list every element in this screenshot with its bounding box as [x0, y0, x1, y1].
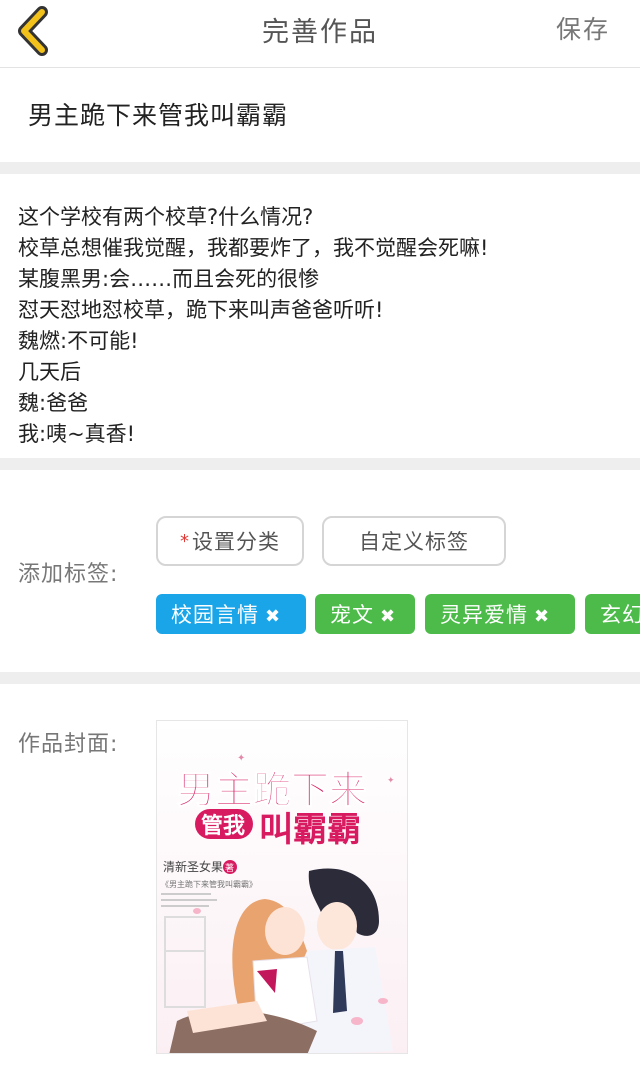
tag-chip-fantasy[interactable]: 玄幻 — [585, 594, 640, 634]
required-mark: * — [180, 530, 190, 552]
remove-tag-icon[interactable]: ✖ — [380, 606, 396, 627]
set-category-button[interactable]: * 设置分类 — [156, 516, 304, 566]
work-title-field[interactable]: 男主跪下来管我叫霸霸 — [28, 96, 640, 132]
set-category-label: 设置分类 — [192, 530, 280, 554]
cover-fineprint — [161, 905, 209, 907]
page-title: 完善作品 — [262, 17, 378, 48]
description-line: 我:咦~真香! — [18, 422, 136, 446]
tags-section: 添加标签: * 设置分类 自定义标签 校园言情 ✖ 宠文 ✖ 灵异爱情 ✖ 玄幻 — [0, 470, 640, 672]
top-bar: 完善作品 保存 — [0, 0, 640, 68]
remove-tag-icon[interactable]: ✖ — [534, 606, 550, 627]
tags-label: 添加标签: — [18, 562, 119, 587]
description-line: 几天后 — [18, 360, 81, 384]
tag-chip-campus-romance[interactable]: 校园言情 ✖ — [156, 594, 306, 634]
tag-chip-label: 灵异爱情 — [440, 603, 528, 627]
description-line: 校草总想催我觉醒，我都要炸了，我不觉醒会死嘛! — [18, 236, 489, 260]
cover-label: 作品封面: — [18, 732, 119, 757]
cover-image[interactable]: ✦ ✦ 男主跪下来 管我 叫霸霸 清新圣女果 著 《男主跪下来管我叫霸霸》 — [156, 720, 408, 1054]
section-divider — [0, 458, 640, 470]
cover-section: 作品封面: ✦ ✦ 男主跪下来 管我 叫霸霸 清新圣女果 著 《男主跪下来管我叫… — [0, 684, 640, 1082]
tag-chip-label: 玄幻 — [600, 603, 640, 627]
custom-tag-button[interactable]: 自定义标签 — [322, 516, 506, 566]
sparkle-icon: ✦ — [387, 776, 395, 786]
cover-subtitle: 《男主跪下来管我叫霸霸》 — [161, 879, 257, 889]
custom-tag-label: 自定义标签 — [359, 530, 469, 554]
section-divider — [0, 672, 640, 684]
work-title-section: 男主跪下来管我叫霸霸 — [0, 68, 640, 162]
remove-tag-icon[interactable]: ✖ — [265, 606, 281, 627]
cover-title-line2b: 叫霸霸 — [259, 810, 361, 850]
description-line: 这个学校有两个校草?什么情况? — [18, 205, 314, 229]
save-button[interactable]: 保存 — [556, 10, 610, 46]
description-line: 怼天怼地怼校草，跪下来叫声爸爸听听! — [18, 298, 384, 322]
description-field[interactable]: 这个学校有两个校草?什么情况? 校草总想催我觉醒，我都要炸了，我不觉醒会死嘛! … — [0, 174, 640, 458]
sparkle-icon: ✦ — [237, 753, 245, 764]
cover-author: 清新圣女果 — [163, 859, 223, 874]
tag-chip-supernatural-romance[interactable]: 灵异爱情 ✖ — [425, 594, 575, 634]
cover-author-badge: 著 — [225, 862, 234, 874]
description-line: 某腹黑男:会……而且会死的很惨 — [18, 267, 320, 291]
cover-title-line1: 男主跪下来 — [177, 767, 367, 812]
cover-fineprint — [161, 893, 211, 895]
tag-chip-label: 校园言情 — [171, 603, 259, 627]
tag-chip-pampering[interactable]: 宠文 ✖ — [315, 594, 415, 634]
section-divider — [0, 162, 640, 174]
tag-chip-label: 宠文 — [330, 603, 374, 627]
cover-fineprint — [161, 899, 217, 901]
description-line: 魏燃:不可能! — [18, 329, 139, 353]
description-line: 魏:爸爸 — [18, 391, 89, 415]
cover-title-line2a: 管我 — [201, 813, 245, 839]
